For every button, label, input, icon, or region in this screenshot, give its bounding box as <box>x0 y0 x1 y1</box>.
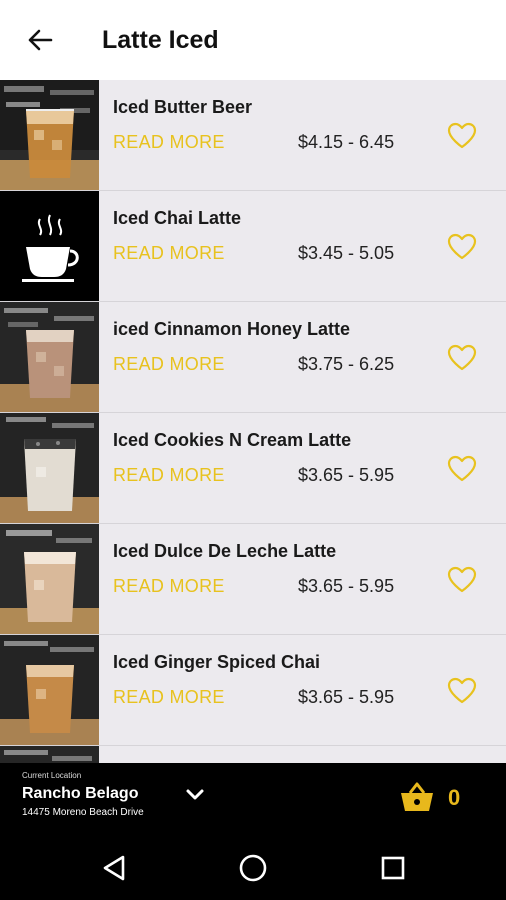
app-header: Latte Iced <box>0 0 506 80</box>
product-name[interactable]: Iced Ginger Spiced Chai <box>113 652 320 673</box>
read-more-link[interactable]: READ MORE <box>113 132 225 153</box>
product-price: $3.65 - 5.95 <box>298 465 395 485</box>
favorite-button[interactable] <box>444 451 480 485</box>
product-price: $3.65 - 5.95 <box>298 687 395 707</box>
product-image <box>0 302 99 412</box>
circle-home-icon <box>239 854 267 882</box>
favorite-button[interactable] <box>444 118 480 152</box>
product-image <box>0 191 99 301</box>
location-dropdown-button[interactable] <box>181 783 209 807</box>
product-name[interactable]: Iced Dulce De Leche Latte <box>113 541 336 562</box>
product-price: $4.15 - 6.45 <box>298 132 395 152</box>
favorite-button[interactable] <box>444 229 480 263</box>
read-more-link[interactable]: READ MORE <box>113 576 225 597</box>
arrow-left-icon <box>28 29 53 51</box>
page-title: Latte Iced <box>102 25 219 54</box>
list-item-partial[interactable] <box>0 746 506 763</box>
favorite-button[interactable] <box>444 340 480 374</box>
product-price: $3.45 - 5.05 <box>298 243 395 263</box>
heart-outline-icon <box>447 455 477 481</box>
heart-outline-icon <box>447 122 477 148</box>
read-more-link[interactable]: READ MORE <box>113 465 225 486</box>
nav-home-button[interactable] <box>235 850 271 886</box>
nav-recents-button[interactable] <box>375 850 411 886</box>
read-more-link[interactable]: READ MORE <box>113 354 225 375</box>
chevron-down-icon <box>186 789 204 800</box>
back-button[interactable] <box>0 0 80 80</box>
list-item[interactable]: Iced Ginger Spiced Chai READ MORE $3.65 … <box>0 635 506 746</box>
location-caption: Current Location <box>22 771 82 780</box>
product-price: $3.75 - 6.25 <box>298 354 395 374</box>
nav-back-button[interactable] <box>96 850 132 886</box>
cart-count: 0 <box>448 785 461 810</box>
product-image <box>0 635 99 745</box>
product-image <box>0 413 99 523</box>
list-item[interactable]: Iced Dulce De Leche Latte READ MORE $3.6… <box>0 524 506 635</box>
list-item[interactable]: Iced Chai Latte READ MORE $3.45 - 5.05 <box>0 191 506 302</box>
list-item[interactable]: Iced Cookies N Cream Latte READ MORE $3.… <box>0 413 506 524</box>
heart-outline-icon <box>447 233 477 259</box>
product-name[interactable]: iced Cinnamon Honey Latte <box>113 319 350 340</box>
read-more-link[interactable]: READ MORE <box>113 243 225 264</box>
product-name[interactable]: Iced Chai Latte <box>113 208 241 229</box>
location-cart-bar: Current Location Rancho Belago 14475 Mor… <box>0 763 506 835</box>
triangle-back-icon <box>103 855 125 881</box>
list-item[interactable]: Iced Butter Beer READ MORE $4.15 - 6.45 <box>0 80 506 191</box>
system-navigation-bar <box>0 835 506 900</box>
favorite-button[interactable] <box>444 673 480 707</box>
product-image <box>0 746 99 763</box>
heart-outline-icon <box>447 566 477 592</box>
product-image <box>0 524 99 634</box>
product-name[interactable]: Iced Cookies N Cream Latte <box>113 430 351 451</box>
square-recents-icon <box>381 856 405 880</box>
heart-outline-icon <box>447 677 477 703</box>
cart-button[interactable] <box>398 781 436 815</box>
location-name[interactable]: Rancho Belago <box>22 785 138 803</box>
product-image <box>0 80 99 190</box>
product-name[interactable]: Iced Butter Beer <box>113 97 252 118</box>
read-more-link[interactable]: READ MORE <box>113 687 225 708</box>
favorite-button[interactable] <box>444 562 480 596</box>
location-address: 14475 Moreno Beach Drive <box>22 807 144 818</box>
list-item[interactable]: iced Cinnamon Honey Latte READ MORE $3.7… <box>0 302 506 413</box>
heart-outline-icon <box>447 344 477 370</box>
product-price: $3.65 - 5.95 <box>298 576 395 596</box>
basket-icon <box>401 782 433 811</box>
product-list[interactable]: Iced Butter Beer READ MORE $4.15 - 6.45 … <box>0 80 506 763</box>
